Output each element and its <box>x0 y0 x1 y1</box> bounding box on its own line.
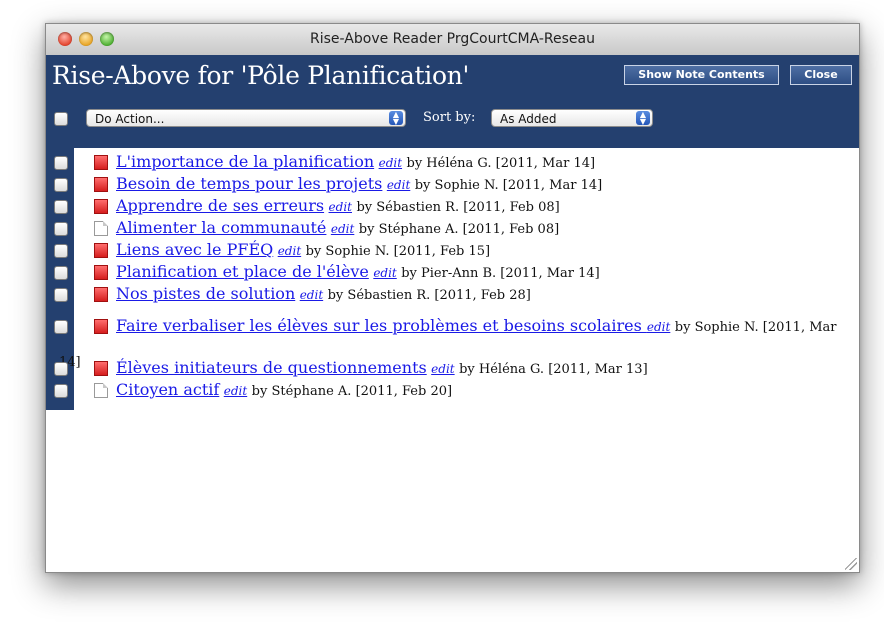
note-checkbox[interactable] <box>54 320 68 334</box>
note-checkbox[interactable] <box>54 178 68 192</box>
red-note-icon <box>94 319 108 334</box>
note-title-link[interactable]: Nos pistes de solution <box>116 284 295 303</box>
note-checkbox[interactable] <box>54 200 68 214</box>
note-title-link[interactable]: Élèves initiateurs de questionnements <box>116 358 427 377</box>
sort-select[interactable]: As Added ▲ ▼ <box>491 109 653 127</box>
note-title-link[interactable]: Apprendre de ses erreurs <box>116 196 324 215</box>
close-button[interactable]: Close <box>790 65 852 85</box>
window-title: Rise-Above Reader PrgCourtCMA-Reseau <box>310 31 595 47</box>
note-meta: by Stéphane A. [2011, Feb 08] <box>358 222 560 237</box>
red-note-icon <box>94 361 108 376</box>
edit-link[interactable]: edit <box>431 362 454 376</box>
red-note-icon <box>94 287 108 302</box>
resize-grip-icon[interactable] <box>845 558 857 570</box>
note-checkbox[interactable] <box>54 362 68 376</box>
list-item: Citoyen actif edit by Stéphane A. [2011,… <box>46 380 859 402</box>
note-meta: by Sébastien R. [2011, Feb 28] <box>327 288 531 303</box>
note-checkbox[interactable] <box>54 156 68 170</box>
note-meta: by Sophie N. [2011, Mar 14] <box>414 178 603 193</box>
white-note-icon <box>94 383 108 398</box>
note-meta: by Sébastien R. [2011, Feb 08] <box>356 200 560 215</box>
list-item: L'importance de la planification edit by… <box>46 152 859 174</box>
note-meta: by Héléna G. [2011, Mar 14] <box>406 156 596 171</box>
edit-link[interactable]: edit <box>224 384 247 398</box>
edit-link[interactable]: edit <box>373 266 396 280</box>
select-all-checkbox[interactable] <box>54 112 68 126</box>
edit-link[interactable]: edit <box>300 288 323 302</box>
list-item: Apprendre de ses erreurs edit by Sébasti… <box>46 196 859 218</box>
page-title: Rise-Above for 'Pôle Planification' <box>52 61 470 90</box>
select-arrows-icon: ▲ ▼ <box>636 111 650 126</box>
note-title-link[interactable]: Citoyen actif <box>116 380 219 399</box>
note-meta: by Pier-Ann B. [2011, Mar 14] <box>401 266 600 281</box>
note-checkbox[interactable] <box>54 288 68 302</box>
list-item: Nos pistes de solution edit by Sébastien… <box>46 284 859 306</box>
red-note-icon <box>94 199 108 214</box>
sort-label: Sort by: <box>423 110 476 125</box>
edit-link[interactable]: edit <box>331 222 354 236</box>
list-item: Liens avec le PFÉQ edit by Sophie N. [20… <box>46 240 859 262</box>
red-note-icon <box>94 177 108 192</box>
edit-link[interactable]: edit <box>387 178 410 192</box>
edit-link[interactable]: edit <box>379 156 402 170</box>
white-note-icon <box>94 221 108 236</box>
note-title-link[interactable]: Planification et place de l'élève <box>116 262 369 281</box>
list-item: Faire verbaliser les élèves sur les prob… <box>46 316 859 338</box>
note-meta: by Sophie N. [2011, Feb 15] <box>305 244 491 259</box>
note-title-link[interactable]: Besoin de temps pour les projets <box>116 174 382 193</box>
show-note-contents-button[interactable]: Show Note Contents <box>624 65 779 85</box>
list-item: Besoin de temps pour les projets edit by… <box>46 174 859 196</box>
list-item: Alimenter la communauté edit by Stéphane… <box>46 218 859 240</box>
note-checkbox[interactable] <box>54 384 68 398</box>
note-checkbox[interactable] <box>54 222 68 236</box>
edit-link[interactable]: edit <box>329 200 352 214</box>
action-select-value: Do Action... <box>95 112 165 126</box>
note-meta: by Stéphane A. [2011, Feb 20] <box>251 384 453 399</box>
title-bar[interactable]: Rise-Above Reader PrgCourtCMA-Reseau <box>46 24 859 56</box>
note-title-link[interactable]: Alimenter la communauté <box>116 218 326 237</box>
red-note-icon <box>94 265 108 280</box>
red-note-icon <box>94 155 108 170</box>
note-meta: by Sophie N. [2011, Mar <box>674 320 837 335</box>
note-title-link[interactable]: Liens avec le PFÉQ <box>116 240 273 259</box>
edit-link[interactable]: edit <box>278 244 301 258</box>
list-item: Élèves initiateurs de questionnements ed… <box>46 358 859 380</box>
edit-link[interactable]: edit <box>647 320 670 334</box>
reader-window: Rise-Above Reader PrgCourtCMA-Reseau Ris… <box>45 23 860 573</box>
list-item: Planification et place de l'élève edit b… <box>46 262 859 284</box>
red-note-icon <box>94 243 108 258</box>
select-arrows-icon: ▲ ▼ <box>389 111 403 126</box>
action-select[interactable]: Do Action... ▲ ▼ <box>86 109 406 127</box>
note-title-link[interactable]: Faire verbaliser les élèves sur les prob… <box>116 316 647 335</box>
note-title-link[interactable]: L'importance de la planification <box>116 152 374 171</box>
note-checkbox[interactable] <box>54 244 68 258</box>
note-checkbox[interactable] <box>54 266 68 280</box>
sort-select-value: As Added <box>500 112 557 126</box>
note-meta: by Héléna G. [2011, Mar 13] <box>459 362 648 377</box>
